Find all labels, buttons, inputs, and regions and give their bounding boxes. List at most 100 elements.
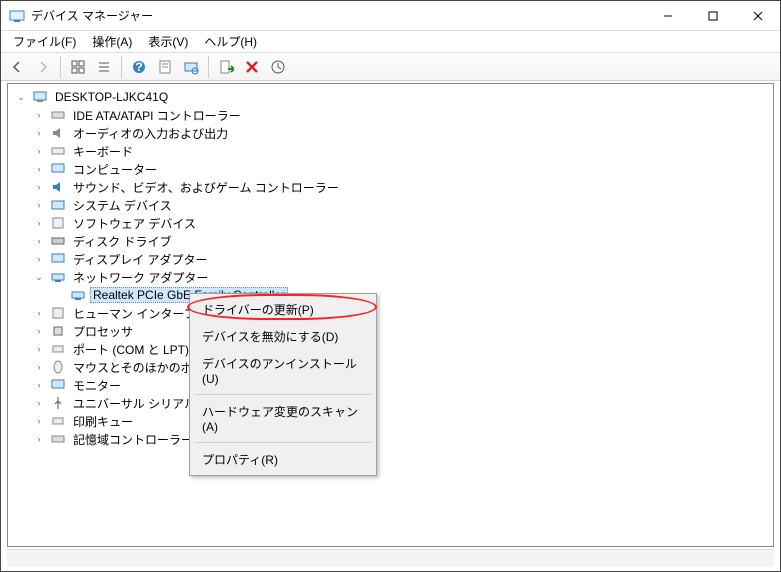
expand-icon[interactable]: ›: [32, 252, 46, 266]
expand-icon[interactable]: ›: [32, 216, 46, 230]
minimize-button[interactable]: [645, 1, 690, 30]
context-uninstall-device[interactable]: デバイスのアンインストール(U): [192, 350, 374, 391]
expand-icon[interactable]: ›: [32, 108, 46, 122]
collapse-icon[interactable]: ⌄: [32, 270, 46, 284]
expand-icon[interactable]: ›: [32, 144, 46, 158]
tree-item[interactable]: › 印刷キュー: [10, 412, 773, 430]
context-disable-device[interactable]: デバイスを無効にする(D): [192, 323, 374, 350]
expand-icon[interactable]: ›: [32, 126, 46, 140]
tree-item[interactable]: ›ポート (COM と LPT): [10, 340, 773, 358]
expand-icon[interactable]: ›: [32, 378, 46, 392]
menu-view[interactable]: 表示(V): [140, 30, 196, 53]
hid-icon: [50, 305, 66, 321]
icons-view-button[interactable]: [66, 55, 90, 79]
enable-device-button[interactable]: [214, 55, 238, 79]
toolbar-separator: [208, 56, 209, 78]
system-device-icon: [50, 197, 66, 213]
tree-item[interactable]: › マウスとそのほかのポイ: [10, 358, 773, 376]
svg-text:?: ?: [135, 60, 142, 74]
mouse-icon: [50, 359, 66, 375]
context-menu: ドライバーの更新(P) デバイスを無効にする(D) デバイスのアンインストール(…: [189, 293, 377, 476]
tree-item-label: システム デバイス: [70, 196, 175, 215]
expand-icon[interactable]: ›: [32, 324, 46, 338]
tree-item-label: モニター: [70, 376, 124, 395]
tree-item[interactable]: › ディスプレイ アダプター: [10, 250, 773, 268]
window-title: デバイス マネージャー: [31, 7, 645, 24]
tree-item[interactable]: › コンピューター: [10, 160, 773, 178]
uninstall-device-button[interactable]: [240, 55, 264, 79]
tree-item[interactable]: ›ソフトウェア デバイス: [10, 214, 773, 232]
forward-button[interactable]: [31, 55, 55, 79]
toolbar-separator: [121, 56, 122, 78]
expand-spacer: [52, 288, 66, 302]
usb-icon: [50, 395, 66, 411]
tree-item-label: オーディオの入力および出力: [70, 124, 231, 143]
expand-icon[interactable]: ›: [32, 342, 46, 356]
tree-item[interactable]: › モニター: [10, 376, 773, 394]
print-queue-icon: [50, 413, 66, 429]
collapse-icon[interactable]: ⌄: [14, 90, 28, 104]
expand-icon[interactable]: ›: [32, 414, 46, 428]
context-scan-hardware[interactable]: ハードウェア変更のスキャン(A): [192, 398, 374, 439]
computer-icon: [32, 89, 48, 105]
tree-item-label: 記憶域コントローラー: [70, 430, 196, 449]
tree-item[interactable]: ›サウンド、ビデオ、およびゲーム コントローラー: [10, 178, 773, 196]
app-icon: [9, 8, 25, 24]
tree-root-label: DESKTOP-LJKC41Q: [52, 89, 171, 105]
expand-icon[interactable]: ›: [32, 306, 46, 320]
expand-icon[interactable]: ›: [32, 198, 46, 212]
tree-item[interactable]: ›ディスク ドライブ: [10, 232, 773, 250]
expand-icon[interactable]: ›: [32, 396, 46, 410]
expand-icon[interactable]: ›: [32, 180, 46, 194]
tree-item[interactable]: ›ユニバーサル シリアル ノ: [10, 394, 773, 412]
tree-item[interactable]: › オーディオの入力および出力: [10, 124, 773, 142]
storage-controller-icon: [50, 431, 66, 447]
expand-icon[interactable]: ›: [32, 162, 46, 176]
update-driver-button[interactable]: [266, 55, 290, 79]
maximize-button[interactable]: [690, 1, 735, 30]
tree-item[interactable]: › キーボード: [10, 142, 773, 160]
context-update-driver[interactable]: ドライバーの更新(P): [192, 296, 374, 323]
toolbar: ?: [1, 53, 780, 81]
menu-file[interactable]: ファイル(F): [5, 30, 84, 53]
tree-item-network[interactable]: ⌄ ネットワーク アダプター: [10, 268, 773, 286]
list-view-button[interactable]: [92, 55, 116, 79]
network-adapter-icon: [50, 269, 66, 285]
expand-icon[interactable]: ›: [32, 432, 46, 446]
ide-controller-icon: [50, 107, 66, 123]
menu-action[interactable]: 操作(A): [84, 30, 140, 53]
scan-hardware-button[interactable]: [179, 55, 203, 79]
monitor-icon: [50, 377, 66, 393]
context-separator: [194, 394, 372, 395]
audio-io-icon: [50, 125, 66, 141]
tree-item-label: マウスとそのほかのポイ: [70, 358, 208, 377]
tree-item[interactable]: › システム デバイス: [10, 196, 773, 214]
tree-item-label: コンピューター: [70, 160, 160, 179]
expand-icon[interactable]: ›: [32, 360, 46, 374]
expand-icon[interactable]: ›: [32, 234, 46, 248]
tree-item[interactable]: ›プロセッサ: [10, 322, 773, 340]
toolbar-separator: [60, 56, 61, 78]
context-properties[interactable]: プロパティ(R): [192, 446, 374, 473]
tree-item[interactable]: ›IDE ATA/ATAPI コントローラー: [10, 106, 773, 124]
tree-item[interactable]: › 記憶域コントローラー: [10, 430, 773, 448]
tree-item-label: ネットワーク アダプター: [70, 268, 211, 287]
sound-video-icon: [50, 179, 66, 195]
tree-device-selected[interactable]: Realtek PCIe GbE Family Controller: [10, 286, 773, 304]
network-device-icon: [70, 287, 86, 303]
tree-item-label: キーボード: [70, 142, 136, 161]
tree-root[interactable]: ⌄ DESKTOP-LJKC41Q: [10, 88, 773, 106]
tree-item-label: ディスプレイ アダプター: [70, 250, 211, 269]
properties-button[interactable]: [153, 55, 177, 79]
menu-bar: ファイル(F) 操作(A) 表示(V) ヘルプ(H): [1, 31, 780, 53]
back-button[interactable]: [5, 55, 29, 79]
device-tree[interactable]: ⌄ DESKTOP-LJKC41Q ›IDE ATA/ATAPI コントローラー…: [7, 83, 774, 547]
keyboard-icon: [50, 143, 66, 159]
menu-help[interactable]: ヘルプ(H): [196, 30, 265, 53]
display-adapter-icon: [50, 251, 66, 267]
close-button[interactable]: [735, 1, 780, 30]
help-button[interactable]: ?: [127, 55, 151, 79]
tree-item-label: 印刷キュー: [70, 412, 136, 431]
tree-item[interactable]: ›ヒューマン インターフェイ: [10, 304, 773, 322]
disk-drive-icon: [50, 233, 66, 249]
